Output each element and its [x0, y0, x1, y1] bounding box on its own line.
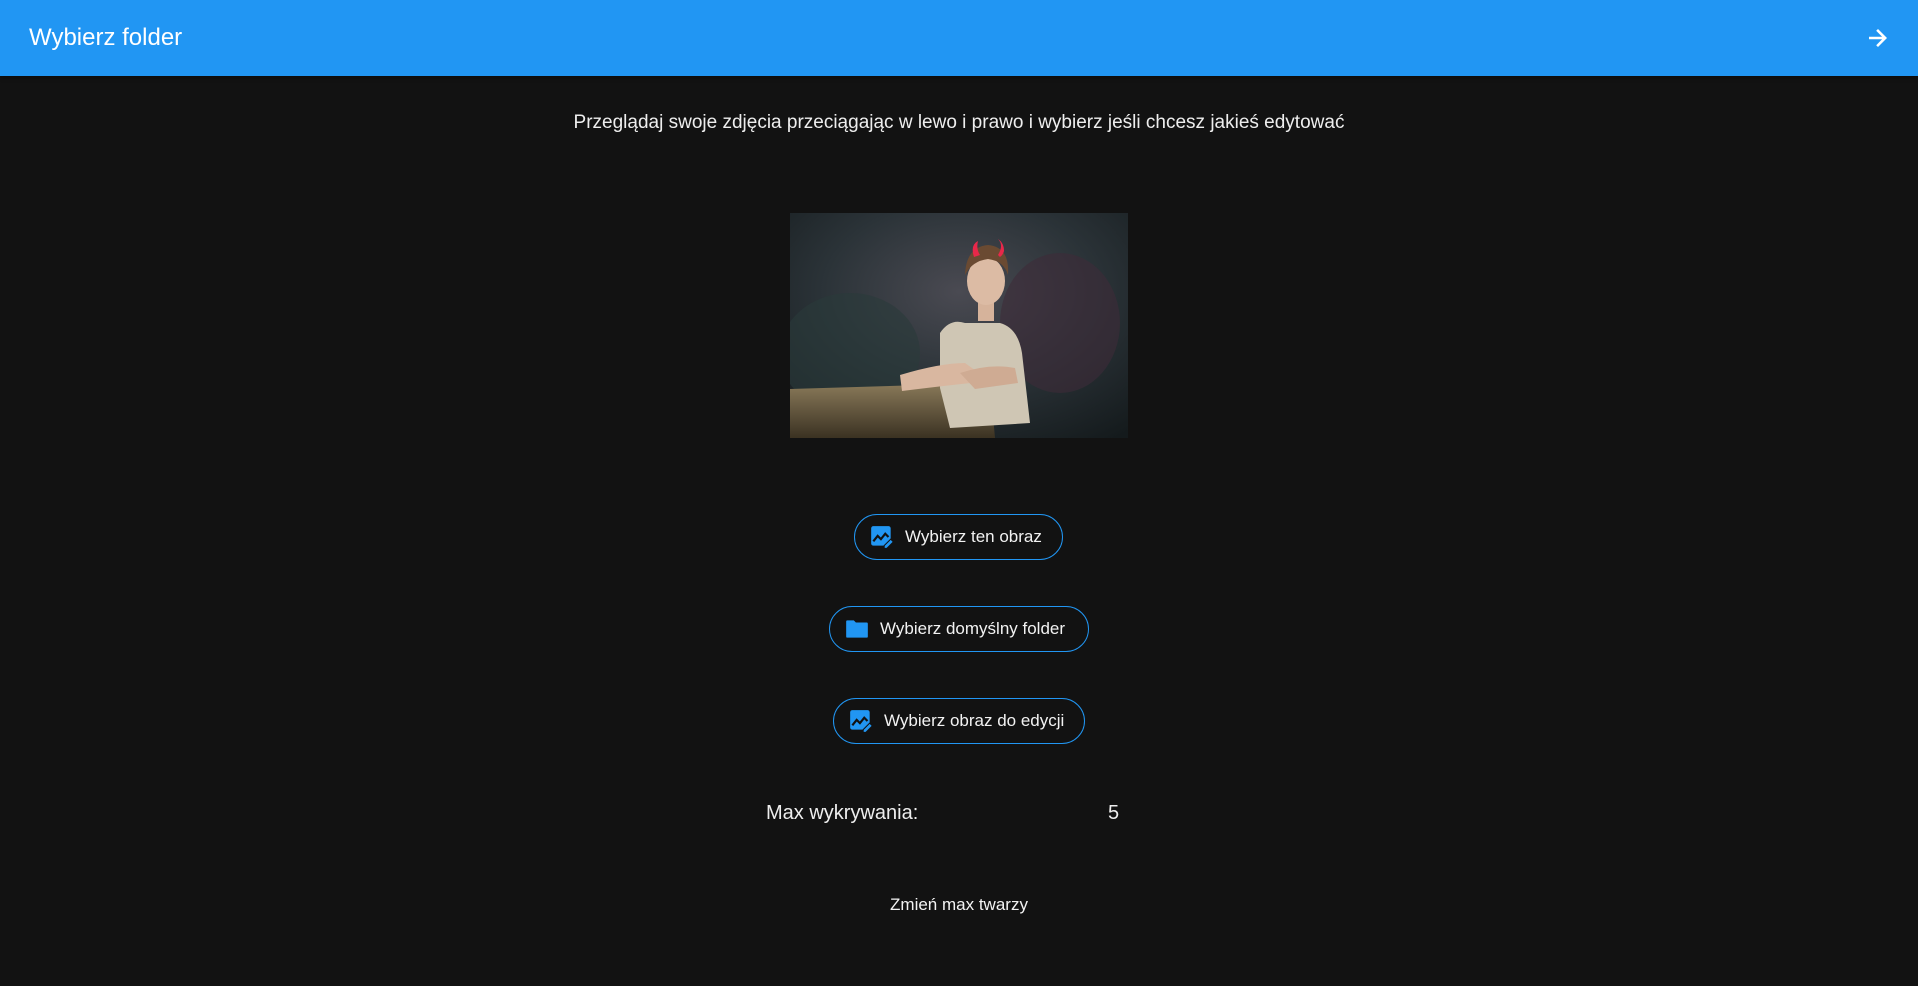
- select-image-for-edit-button[interactable]: Wybierz obraz do edycji: [833, 698, 1085, 744]
- page-title: Wybierz folder: [29, 24, 183, 51]
- folder-icon: [844, 616, 870, 642]
- select-default-folder-button[interactable]: Wybierz domyślny folder: [829, 606, 1089, 652]
- arrow-right-icon: [1869, 29, 1887, 47]
- max-detect-label: Max wykrywania:: [766, 802, 919, 824]
- app-bar: Wybierz folder: [0, 0, 1918, 76]
- next-button[interactable]: [1860, 20, 1896, 56]
- image-edit-icon: [869, 524, 895, 550]
- instruction-text: Przeglądaj swoje zdjęcia przeciągając w …: [573, 112, 1345, 133]
- select-this-image-label: Wybierz ten obraz: [905, 527, 1042, 546]
- select-default-folder-label: Wybierz domyślny folder: [880, 619, 1066, 638]
- max-detect-value: 5: [1108, 802, 1120, 824]
- photo-image: [790, 213, 1128, 438]
- change-max-faces-button[interactable]: Zmień max twarzy: [868, 881, 1050, 929]
- select-this-image-button[interactable]: Wybierz ten obraz: [854, 514, 1063, 560]
- image-edit-icon: [848, 708, 874, 734]
- select-image-for-edit-label: Wybierz obraz do edycji: [884, 711, 1065, 730]
- photo-carousel[interactable]: [790, 213, 1128, 438]
